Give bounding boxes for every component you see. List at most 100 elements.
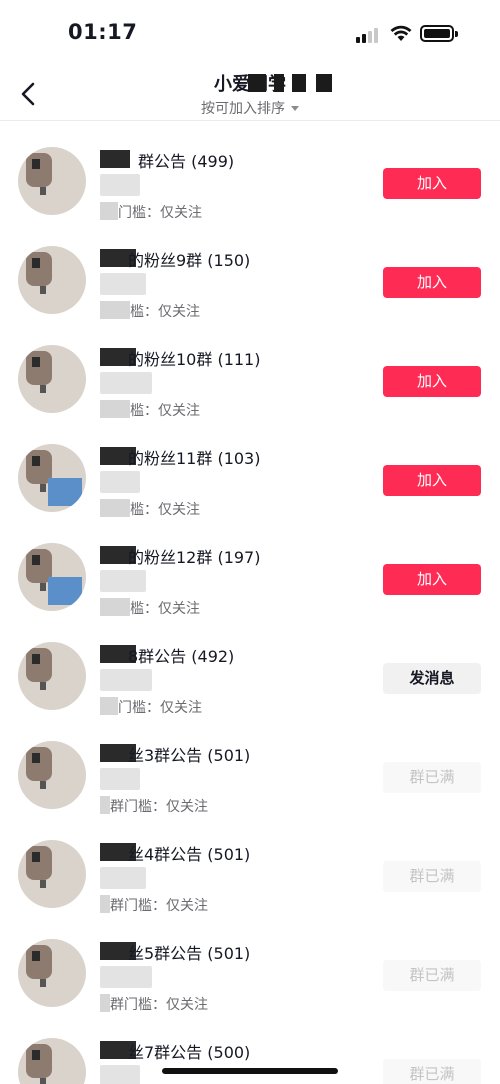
avatar-pixelation	[40, 187, 46, 195]
group-avatar[interactable]	[18, 1038, 86, 1084]
member-redaction	[100, 768, 140, 790]
member-redaction	[100, 966, 152, 988]
member-redaction	[100, 273, 146, 295]
condition-redaction	[100, 994, 110, 1012]
group-full-button: 群已满	[383, 1059, 481, 1084]
group-row[interactable]: 丝5群公告 (501) 群门槛：仅关注 群已满	[0, 914, 500, 1013]
avatar-pixelation	[32, 753, 40, 763]
title-redaction	[292, 74, 306, 92]
join-button[interactable]: 加入	[383, 366, 481, 397]
wifi-icon	[390, 25, 412, 41]
group-name: 的粉丝10群 (111)	[128, 350, 261, 369]
status-time: 01:17	[68, 20, 138, 44]
join-button[interactable]: 加入	[383, 465, 481, 496]
sort-label: 按可加入排序	[201, 101, 285, 117]
group-row[interactable]: 的粉丝12群 (197) 槛：仅关注 加入	[0, 518, 500, 617]
avatar-pixelation	[32, 159, 40, 169]
condition-redaction	[100, 400, 130, 418]
avatar-pixelation	[40, 484, 46, 492]
group-row[interactable]: 的粉丝9群 (150) 槛：仅关注 加入	[0, 221, 500, 320]
condition-redaction	[100, 202, 118, 220]
condition-redaction	[100, 895, 110, 913]
avatar-pixelation	[40, 781, 46, 789]
join-condition: 门槛：仅关注	[118, 205, 202, 221]
avatar-pixelation	[40, 979, 46, 987]
sort-dropdown[interactable]: 按可加入排序	[0, 98, 500, 118]
group-avatar[interactable]	[18, 345, 86, 413]
group-row[interactable]: 的粉丝10群 (111) 槛：仅关注 加入	[0, 320, 500, 419]
join-condition: 槛：仅关注	[130, 403, 200, 419]
name-redaction	[100, 150, 130, 168]
avatar-pixelation	[32, 357, 40, 367]
member-redaction	[100, 372, 152, 394]
join-condition: 群门槛：仅关注	[110, 799, 208, 815]
status-bar: 01:17	[0, 0, 500, 66]
avatar-photo	[48, 478, 82, 506]
group-name: 丝3群公告 (501)	[128, 746, 251, 765]
group-name: 的粉丝11群 (103)	[128, 449, 261, 468]
title-redaction	[316, 74, 332, 92]
member-redaction	[100, 669, 152, 691]
group-full-button: 群已满	[383, 960, 481, 991]
group-name: 8群公告 (492)	[128, 647, 235, 666]
group-avatar[interactable]	[18, 543, 86, 611]
group-name: 丝4群公告 (501)	[128, 845, 251, 864]
avatar-photo	[48, 577, 82, 605]
caret-down-icon	[291, 106, 299, 111]
group-avatar[interactable]	[18, 840, 86, 908]
group-name: 的粉丝9群 (150)	[128, 251, 251, 270]
avatar-pixelation	[32, 555, 40, 565]
avatar-pixelation	[32, 852, 40, 862]
avatar-pixelation	[32, 258, 40, 268]
join-condition: 槛：仅关注	[130, 502, 200, 518]
condition-redaction	[100, 301, 130, 319]
avatar-pixelation	[32, 456, 40, 466]
condition-redaction	[100, 796, 110, 814]
group-avatar[interactable]	[18, 741, 86, 809]
group-row[interactable]: 8群公告 (492) 门槛：仅关注 发消息	[0, 617, 500, 716]
group-avatar[interactable]	[18, 147, 86, 215]
send-message-button[interactable]: 发消息	[383, 663, 481, 694]
avatar-pixelation	[40, 880, 46, 888]
member-redaction	[100, 471, 140, 493]
avatar-pixelation	[40, 583, 46, 591]
group-full-button: 群已满	[383, 861, 481, 892]
group-row[interactable]: 丝3群公告 (501) 群门槛：仅关注 群已满	[0, 716, 500, 815]
join-condition: 槛：仅关注	[130, 601, 200, 617]
join-button[interactable]: 加入	[383, 564, 481, 595]
member-redaction	[100, 867, 146, 889]
navigation-header: 小爱同学 按可加入排序	[0, 66, 500, 121]
group-row[interactable]: 丝4群公告 (501) 群门槛：仅关注 群已满	[0, 815, 500, 914]
join-condition: 门槛：仅关注	[118, 700, 202, 716]
group-avatar[interactable]	[18, 939, 86, 1007]
home-indicator[interactable]	[162, 1068, 338, 1074]
avatar-pixelation	[32, 1050, 40, 1060]
group-full-button: 群已满	[383, 762, 481, 793]
signal-icon	[356, 27, 382, 43]
title-redaction	[274, 74, 284, 92]
group-avatar[interactable]	[18, 246, 86, 314]
title-redaction	[248, 74, 266, 92]
member-redaction	[100, 570, 146, 592]
join-button[interactable]: 加入	[383, 168, 481, 199]
group-name: 丝5群公告 (501)	[128, 944, 251, 963]
group-name: 群公告 (499)	[138, 152, 235, 171]
avatar-pixelation	[32, 654, 40, 664]
group-row[interactable]: 群公告 (499) 门槛：仅关注 加入	[0, 122, 500, 221]
join-button[interactable]: 加入	[383, 267, 481, 298]
group-row[interactable]: 的粉丝11群 (103) 槛：仅关注 加入	[0, 419, 500, 518]
avatar-pixelation	[40, 286, 46, 294]
avatar-pixelation	[40, 1078, 46, 1084]
member-redaction	[100, 1065, 140, 1084]
group-avatar[interactable]	[18, 642, 86, 710]
condition-redaction	[100, 697, 118, 715]
battery-icon	[420, 25, 458, 42]
group-avatar[interactable]	[18, 444, 86, 512]
member-redaction	[100, 174, 140, 196]
group-name: 丝7群公告 (500)	[128, 1043, 251, 1062]
group-list: 群公告 (499) 门槛：仅关注 加入 的粉丝9群 (150) 槛：仅关注 加入…	[0, 122, 500, 1084]
condition-redaction	[100, 499, 130, 517]
join-condition: 群门槛：仅关注	[110, 997, 208, 1013]
avatar-pixelation	[40, 682, 46, 690]
avatar-pixelation	[32, 951, 40, 961]
